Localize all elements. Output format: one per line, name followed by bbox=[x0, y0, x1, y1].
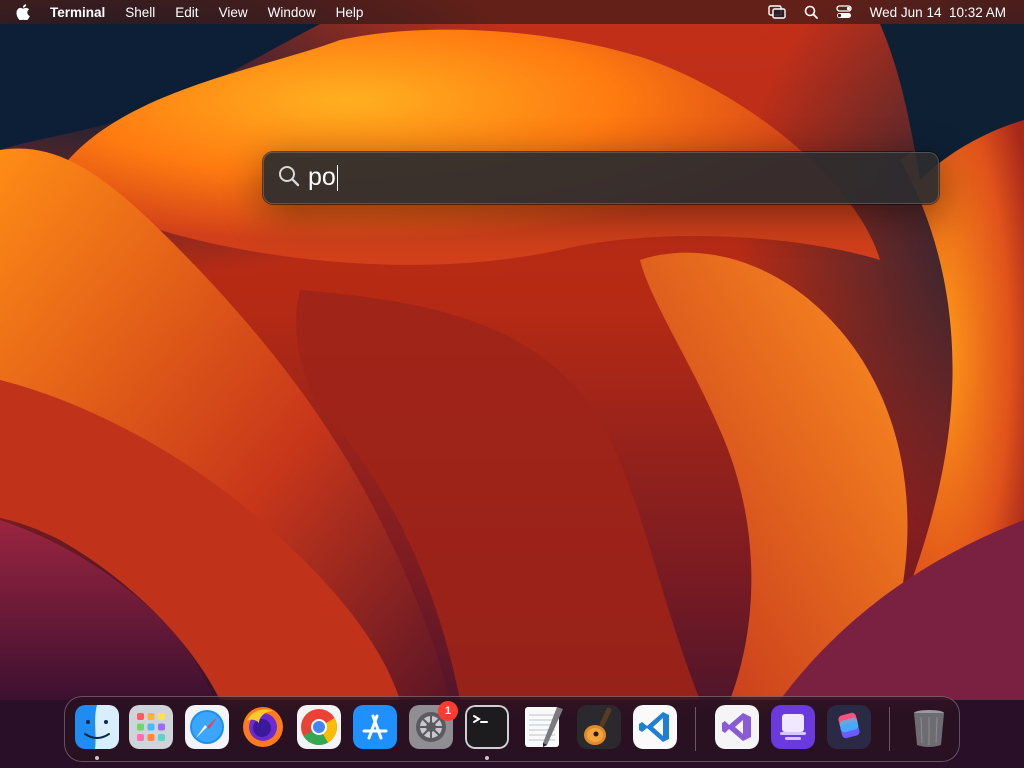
desktop-wallpaper bbox=[0, 0, 1024, 768]
spotlight-query-text: po bbox=[308, 162, 336, 191]
launchpad-icon[interactable] bbox=[129, 705, 173, 749]
search-icon bbox=[278, 165, 300, 192]
notification-badge: 1 bbox=[438, 701, 458, 721]
spotlight-query-input[interactable]: po bbox=[308, 162, 339, 192]
chrome-icon[interactable] bbox=[297, 705, 341, 749]
vscode-icon[interactable] bbox=[633, 705, 677, 749]
text-caret bbox=[336, 165, 339, 192]
dock-separator-trash bbox=[889, 707, 890, 751]
garageband-icon[interactable] bbox=[577, 705, 621, 749]
menu-shell[interactable]: Shell bbox=[125, 5, 155, 20]
menu-edit[interactable]: Edit bbox=[175, 5, 198, 20]
menu-window[interactable]: Window bbox=[268, 5, 316, 20]
visual-studio-icon[interactable] bbox=[715, 705, 759, 749]
finder-icon[interactable] bbox=[75, 705, 119, 749]
screen-mirroring-icon[interactable] bbox=[767, 5, 786, 19]
firefox-icon[interactable] bbox=[241, 705, 285, 749]
terminal-icon[interactable] bbox=[465, 705, 509, 749]
app-store-icon[interactable] bbox=[353, 705, 397, 749]
textedit-icon[interactable] bbox=[521, 705, 565, 749]
safari-icon[interactable] bbox=[185, 705, 229, 749]
spotlight-search-icon[interactable] bbox=[804, 5, 818, 19]
trash-icon[interactable] bbox=[907, 705, 951, 749]
dock: 1 bbox=[64, 696, 960, 762]
shortcuts-icon[interactable] bbox=[827, 705, 871, 749]
apple-menu-icon[interactable] bbox=[16, 4, 30, 20]
control-center-icon[interactable] bbox=[836, 5, 852, 19]
menu-help[interactable]: Help bbox=[336, 5, 364, 20]
configurator-icon[interactable] bbox=[771, 705, 815, 749]
menu-view[interactable]: View bbox=[219, 5, 248, 20]
spotlight-search-bar[interactable]: po bbox=[263, 152, 939, 204]
dock-separator bbox=[695, 707, 696, 751]
terminal-running-indicator bbox=[485, 756, 489, 760]
menu-clock[interactable]: Wed Jun 14 10:32 AM bbox=[870, 5, 1006, 20]
app-menu[interactable]: Terminal bbox=[50, 5, 105, 20]
menu-bar: Terminal Shell Edit View Window Help Wed… bbox=[0, 0, 1024, 24]
finder-running-indicator bbox=[95, 756, 99, 760]
